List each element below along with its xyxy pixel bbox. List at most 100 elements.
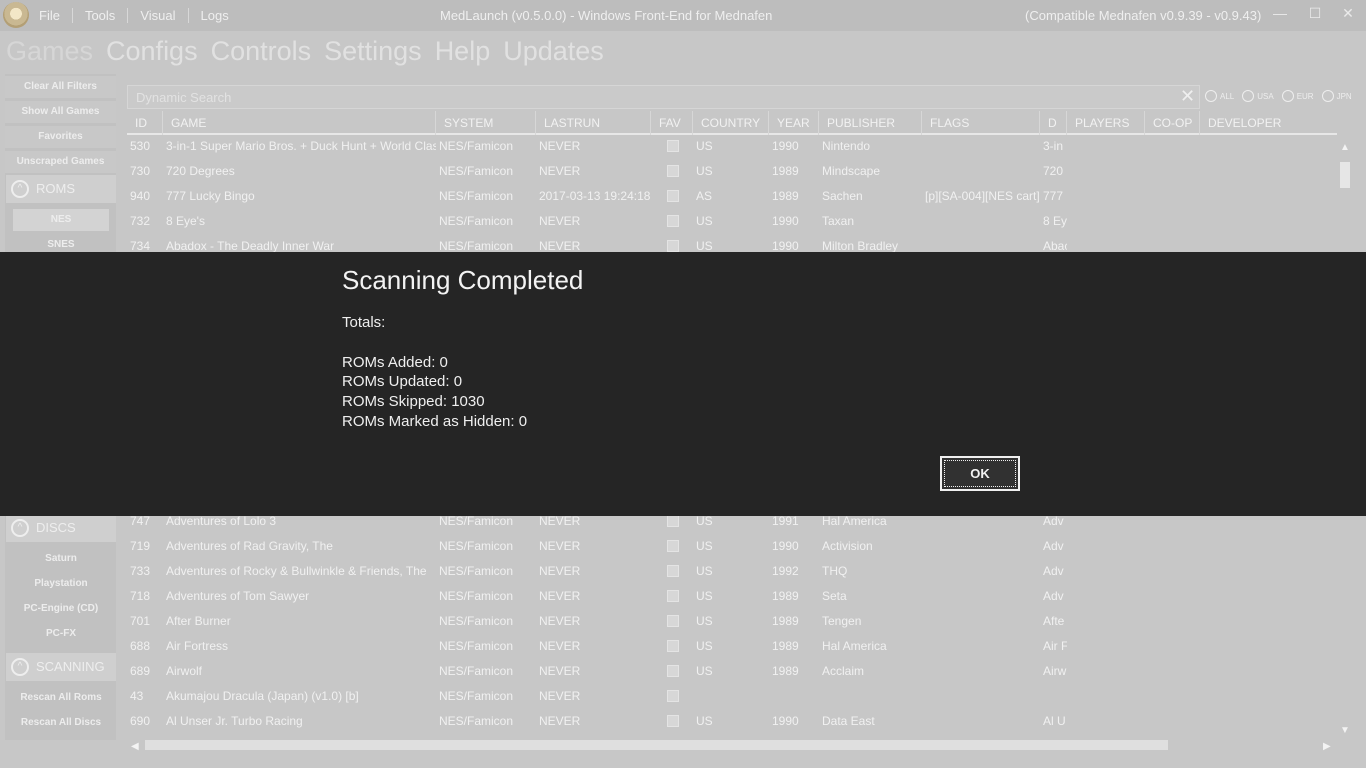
fav-checkbox[interactable] [667, 690, 679, 702]
minimize-button[interactable]: — [1270, 5, 1290, 23]
cell-d: Adv [1043, 564, 1064, 578]
region-all-radio[interactable]: ALL [1205, 90, 1234, 102]
fav-checkbox[interactable] [667, 215, 679, 227]
table-row[interactable]: 732 8 Eye's NES/Famicon NEVER US 1990 Taxan 8 E… [127, 209, 1337, 234]
rescan-roms-button[interactable]: Rescan All Roms [13, 687, 109, 709]
horizontal-scrollbar[interactable] [145, 740, 1168, 750]
sidebar-item-saturn[interactable]: Saturn [13, 548, 109, 570]
table-row[interactable]: 733 Adventures of Rocky & Bullwinkle & Fr… [127, 559, 1337, 584]
col-players[interactable]: PLAYERS [1067, 111, 1145, 135]
tab-configs[interactable]: Configs [106, 36, 198, 67]
tab-updates[interactable]: Updates [503, 36, 604, 67]
col-id[interactable]: ID [127, 111, 163, 135]
col-d[interactable]: D [1040, 111, 1067, 135]
col-system[interactable]: SYSTEM [436, 111, 536, 135]
dialog-title: Scanning Completed [342, 265, 584, 295]
table-row[interactable]: 688 Air Fortress NES/Famicon NEVER US 1989 Hal… [127, 634, 1337, 659]
col-developer[interactable]: DEVELOPER [1200, 111, 1337, 135]
tab-settings[interactable]: Settings [324, 36, 422, 67]
menu-tools[interactable]: Tools [73, 8, 129, 23]
fav-checkbox[interactable] [667, 540, 679, 552]
roms-section-header[interactable]: ^ ROMS [6, 175, 116, 203]
ok-button[interactable]: OK [940, 456, 1020, 491]
table-row[interactable]: 940 777 Lucky Bingo NES/Famicon 2017-03-13 … [127, 184, 1337, 209]
cell-id: 732 [130, 214, 151, 228]
table-row[interactable]: 730 720 Degrees NES/Famicon NEVER US 1989 Mind… [127, 159, 1337, 184]
menu-logs[interactable]: Logs [189, 8, 241, 23]
fav-checkbox[interactable] [667, 615, 679, 627]
cell-year: 1989 [772, 164, 799, 178]
scan-complete-dialog: Scanning Completed Totals: ROMs Added: 0… [0, 252, 1366, 516]
region-eur-radio[interactable]: EUR [1281, 90, 1314, 102]
tab-help[interactable]: Help [435, 36, 491, 67]
sidebar-item-pce-cd[interactable]: PC-Engine (CD) [13, 598, 109, 620]
sidebar-item-pcfx[interactable]: PC-FX [13, 623, 109, 645]
scroll-right-icon[interactable]: ▶ [1323, 741, 1331, 752]
cell-id: 690 [130, 714, 151, 728]
radio-icon [1242, 90, 1255, 102]
vertical-scrollbar[interactable] [1340, 162, 1350, 188]
clear-search-icon[interactable]: ✕ [1180, 86, 1195, 107]
search-input[interactable]: Dynamic Search [127, 85, 1200, 109]
sidebar-item-playstation[interactable]: Playstation [13, 573, 109, 595]
table-row[interactable]: 43 Akumajou Dracula (Japan) (v1.0) [b] NES… [127, 684, 1337, 709]
col-lastrun[interactable]: LASTRUN [536, 111, 651, 135]
fav-checkbox[interactable] [667, 565, 679, 577]
col-game[interactable]: GAME [163, 111, 436, 135]
cell-lastrun: NEVER [539, 164, 581, 178]
menu-file[interactable]: File [27, 8, 73, 23]
cell-system: NES/Famicon [439, 164, 514, 178]
menu-visual[interactable]: Visual [128, 8, 189, 23]
fav-checkbox[interactable] [667, 515, 679, 527]
fav-checkbox[interactable] [667, 240, 679, 252]
scroll-down-icon[interactable]: ▼ [1340, 725, 1350, 736]
col-fav[interactable]: FAV [651, 111, 693, 135]
rescan-discs-button[interactable]: Rescan All Discs [13, 712, 109, 734]
discs-section-header[interactable]: ^ DISCS [6, 514, 116, 542]
table-row[interactable]: 689 Airwolf NES/Famicon NEVER US 1989 Acclaim A… [127, 659, 1337, 684]
cell-game: 3-in-1 Super Mario Bros. + Duck Hunt + W… [166, 139, 436, 153]
col-year[interactable]: YEAR [769, 111, 819, 135]
cell-flags [922, 659, 1040, 684]
cell-id: 733 [130, 564, 151, 578]
cell-year: 1989 [772, 664, 799, 678]
unscraped-games-button[interactable]: Unscraped Games [5, 151, 116, 173]
fav-checkbox[interactable] [667, 190, 679, 202]
fav-checkbox[interactable] [667, 715, 679, 727]
favorites-button[interactable]: Favorites [5, 126, 116, 148]
show-all-games-button[interactable]: Show All Games [5, 101, 116, 123]
fav-checkbox[interactable] [667, 590, 679, 602]
scroll-up-icon[interactable]: ▲ [1340, 142, 1350, 153]
col-flags[interactable]: FLAGS [922, 111, 1040, 135]
fav-checkbox[interactable] [667, 140, 679, 152]
table-row[interactable]: 718 Adventures of Tom Sawyer NES/Famicon NE… [127, 584, 1337, 609]
fav-checkbox[interactable] [667, 665, 679, 677]
sidebar-item-nes[interactable]: NES [13, 209, 109, 231]
table-row[interactable]: 719 Adventures of Rad Gravity, The NES/Fam… [127, 534, 1337, 559]
col-country[interactable]: COUNTRY [693, 111, 769, 135]
table-row[interactable]: 690 Al Unser Jr. Turbo Racing NES/Famicon N… [127, 709, 1337, 734]
col-publisher[interactable]: PUBLISHER [819, 111, 922, 135]
region-label: USA [1257, 91, 1274, 101]
fav-checkbox[interactable] [667, 640, 679, 652]
radio-icon [1321, 90, 1334, 102]
cell-publisher: Mindscape [822, 164, 881, 178]
table-header: ID GAME SYSTEM LASTRUN FAV COUNTRY YEAR … [127, 111, 1337, 135]
cell-d: 720 [1043, 164, 1064, 178]
scroll-left-icon[interactable]: ◀ [131, 741, 139, 752]
tab-controls[interactable]: Controls [211, 36, 312, 67]
clear-filters-button[interactable]: Clear All Filters [5, 76, 116, 98]
fav-checkbox[interactable] [667, 165, 679, 177]
cell-year: 1992 [772, 564, 799, 578]
maximize-button[interactable]: ☐ [1305, 5, 1325, 23]
tab-games[interactable]: Games [6, 36, 93, 67]
roms-skipped-text: ROMs Skipped: 1030 [342, 393, 485, 410]
region-usa-radio[interactable]: USA [1242, 90, 1274, 102]
region-jpn-radio[interactable]: JPN [1321, 90, 1352, 102]
table-row[interactable]: 701 After Burner NES/Famicon NEVER US 1989 Ten… [127, 609, 1337, 634]
close-button[interactable]: ✕ [1338, 5, 1358, 23]
col-coop[interactable]: CO-OP [1145, 111, 1200, 135]
scanning-section-header[interactable]: ^ SCANNING [6, 653, 116, 681]
table-row[interactable]: 530 3-in-1 Super Mario Bros. + Duck Hunt … [127, 134, 1337, 159]
cell-year: 1989 [772, 189, 799, 203]
